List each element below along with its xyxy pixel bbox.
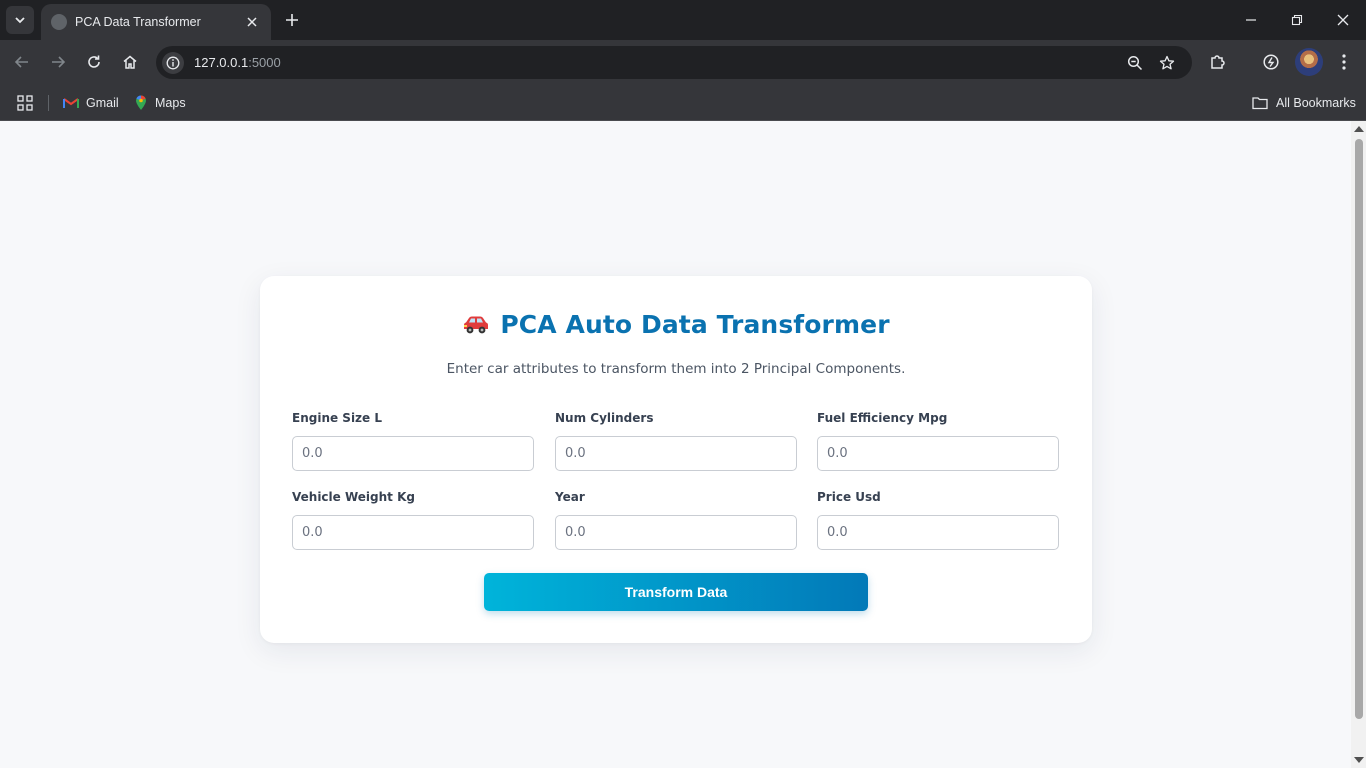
address-bar[interactable]: 127.0.0.1:5000 — [156, 46, 1192, 79]
scroll-thumb[interactable] — [1355, 139, 1363, 719]
page-title-text: PCA Auto Data Transformer — [500, 310, 890, 339]
apps-button[interactable] — [16, 91, 34, 115]
year-field: Year — [555, 490, 797, 550]
arrow-left-icon — [14, 56, 28, 68]
tab-close-button[interactable] — [243, 13, 261, 31]
price-input[interactable] — [817, 515, 1059, 550]
all-bookmarks-button[interactable]: All Bookmarks — [1252, 91, 1356, 115]
price-field: Price Usd — [817, 490, 1059, 550]
performance-button[interactable] — [1257, 48, 1285, 76]
globe-icon — [51, 14, 67, 30]
vehicle-weight-label: Vehicle Weight Kg — [292, 490, 415, 504]
red-car-icon — [464, 316, 489, 334]
fuel-efficiency-input[interactable] — [817, 436, 1059, 471]
transform-data-button[interactable]: Transform Data — [484, 573, 868, 611]
chevron-down-icon — [15, 17, 25, 24]
page-scrollbar[interactable] — [1351, 121, 1366, 768]
tab-title: PCA Data Transformer — [75, 15, 201, 29]
speed-icon — [1263, 54, 1279, 70]
plus-icon — [286, 14, 298, 26]
vehicle-weight-field: Vehicle Weight Kg — [292, 490, 534, 550]
restore-button[interactable] — [1274, 0, 1320, 40]
bookmarks-divider — [48, 95, 49, 111]
extensions-button[interactable] — [1204, 48, 1232, 76]
reload-icon — [88, 55, 100, 68]
bookmark-gmail[interactable]: Gmail — [63, 91, 119, 115]
engine-size-field: Engine Size L — [292, 411, 534, 471]
fuel-efficiency-label: Fuel Efficiency Mpg — [817, 411, 948, 425]
close-icon — [247, 17, 257, 27]
page-subtitle: Enter car attributes to transform them i… — [446, 361, 906, 377]
gmail-icon — [63, 98, 79, 108]
bookmark-maps-label: Maps — [155, 96, 186, 110]
scroll-down-arrow-icon[interactable] — [1354, 757, 1364, 763]
bookmark-star-button[interactable] — [1154, 50, 1180, 76]
all-bookmarks-label: All Bookmarks — [1276, 96, 1356, 110]
url-text: 127.0.0.1:5000 — [194, 55, 281, 70]
home-button[interactable] — [116, 48, 144, 76]
url-port: :5000 — [248, 55, 281, 70]
home-icon — [123, 55, 137, 69]
restore-icon — [1291, 14, 1303, 26]
num-cylinders-input[interactable] — [555, 436, 797, 471]
puzzle-icon — [1211, 55, 1225, 69]
year-label: Year — [555, 490, 585, 504]
active-tab[interactable]: PCA Data Transformer — [41, 4, 271, 40]
url-host: 127.0.0.1 — [194, 55, 249, 70]
zoom-icon — [1127, 55, 1143, 71]
engine-size-input[interactable] — [292, 436, 534, 471]
minimize-button[interactable] — [1228, 0, 1274, 40]
year-input[interactable] — [555, 515, 797, 550]
apps-grid-icon — [17, 95, 33, 111]
bookmark-maps[interactable]: Maps — [135, 91, 186, 115]
fuel-efficiency-field: Fuel Efficiency Mpg — [817, 411, 1059, 471]
tab-search-button[interactable] — [6, 6, 34, 34]
engine-size-label: Engine Size L — [292, 411, 383, 425]
bookmarks-bar: Gmail Maps All Bookmarks — [0, 85, 1366, 121]
site-info-icon[interactable] — [162, 51, 184, 74]
arrow-right-icon — [52, 56, 66, 68]
reload-button[interactable] — [80, 48, 108, 76]
folder-icon — [1252, 97, 1268, 110]
transformer-card: PCA Auto Data Transformer Enter car attr… — [260, 276, 1092, 643]
price-label: Price Usd — [817, 490, 881, 504]
vehicle-weight-input[interactable] — [292, 515, 534, 550]
zoom-button[interactable] — [1122, 50, 1148, 76]
close-icon — [1337, 14, 1349, 26]
bookmark-gmail-label: Gmail — [86, 96, 119, 110]
page-viewport: PCA Auto Data Transformer Enter car attr… — [0, 121, 1366, 768]
new-tab-button[interactable] — [280, 8, 304, 32]
kebab-menu-icon — [1342, 54, 1346, 70]
star-icon — [1159, 55, 1175, 70]
tab-strip: PCA Data Transformer — [0, 0, 1366, 40]
close-window-button[interactable] — [1320, 0, 1366, 40]
num-cylinders-field: Num Cylinders — [555, 411, 797, 471]
browser-menu-button[interactable] — [1330, 48, 1358, 76]
num-cylinders-label: Num Cylinders — [555, 411, 654, 425]
page-title: PCA Auto Data Transformer — [260, 310, 1092, 339]
profile-avatar[interactable] — [1295, 48, 1323, 76]
maps-pin-icon — [136, 95, 146, 110]
minimize-icon — [1246, 19, 1256, 21]
scroll-up-arrow-icon[interactable] — [1354, 126, 1364, 132]
forward-button[interactable] — [44, 48, 72, 76]
browser-toolbar: 127.0.0.1:5000 — [0, 40, 1366, 85]
back-button[interactable] — [8, 48, 36, 76]
